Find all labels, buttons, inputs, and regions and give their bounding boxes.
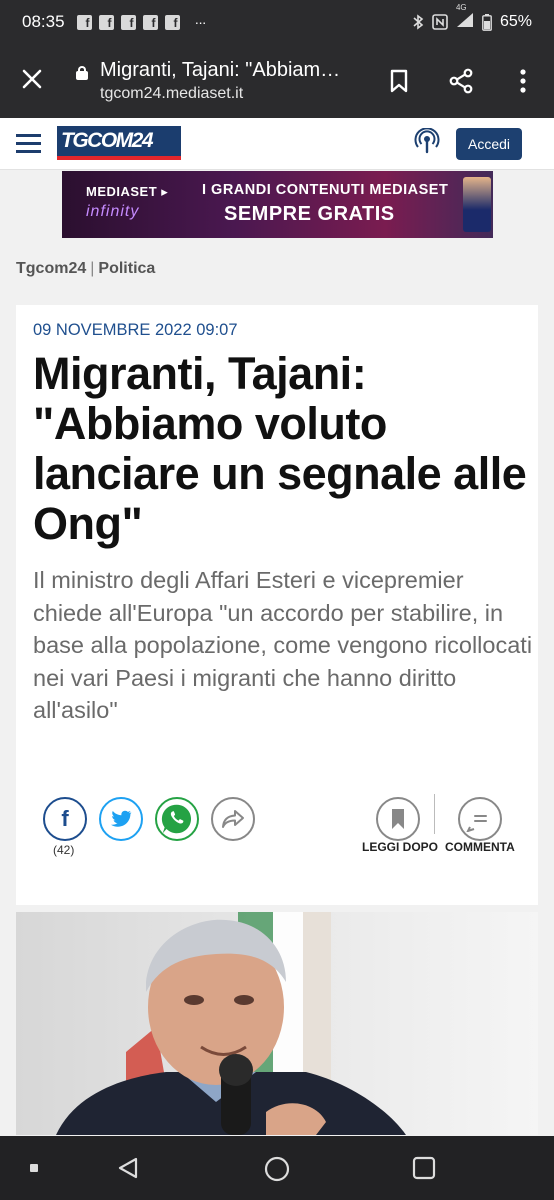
close-tab-button[interactable] [0,66,64,96]
nfc-icon [432,14,448,30]
podcast-button[interactable] [414,127,440,161]
network-type: 4G [455,2,467,12]
recents-dot-button[interactable] [30,1164,38,1172]
ad-brand-top: MEDIASET ▸ [86,184,169,199]
article-card: 09 NOVEMBRE 2022 09:07 Migranti, Tajani:… [16,305,538,905]
article-lead: Il ministro degli Affari Esteri e vicepr… [33,567,533,723]
whatsapp-share-button[interactable] [155,797,199,841]
tajani-photo-illustration [56,912,406,1135]
bookmark-icon [390,69,408,93]
tgcom24-logo[interactable]: TGCOM24 [57,126,181,160]
twitter-share-button[interactable] [99,797,143,841]
lock-icon [76,66,88,80]
home-circle-icon [264,1156,290,1182]
facebook-notification-icon: f [164,14,180,30]
signal-icon: 4G [456,3,474,33]
login-button[interactable]: Accedi [456,128,522,160]
facebook-notification-icon: f [98,14,114,30]
overflow-menu-button[interactable] [492,69,554,93]
page-title: Migranti, Tajani: "Abbiamo voluto lancia… [100,59,350,81]
system-navigation-bar [0,1136,554,1200]
whatsapp-icon [161,804,192,834]
share-more-button[interactable] [211,797,255,841]
browser-toolbar: Migranti, Tajani: "Abbiamo voluto lancia… [0,44,554,118]
bluetooth-icon [413,14,424,30]
ad-brand-bottom: infinity [86,203,140,220]
action-divider [434,794,435,834]
ad-subheadline: SEMPRE GRATIS [224,203,395,225]
back-button[interactable] [116,1156,140,1185]
breadcrumb-separator: | [90,260,95,277]
overview-square-icon [412,1156,436,1180]
comment-icon [466,815,487,832]
facebook-notification-icon: f [142,14,158,30]
status-bar: 08:35 f f f f f ··· 4G 65% [0,0,554,44]
battery-icon [482,13,492,31]
ad-headline: I GRANDI CONTENUTI MEDIASET [202,182,449,198]
address-bar[interactable]: Migranti, Tajani: "Abbiamo voluto lancia… [100,59,368,103]
breadcrumb-section[interactable]: Politica [98,260,155,277]
comment-label[interactable]: COMMENTA [445,840,515,854]
facebook-notification-icon: f [120,14,136,30]
article-photo [16,912,538,1135]
share-icon [449,68,473,94]
home-button[interactable] [264,1156,290,1187]
read-later-button[interactable] [376,797,420,841]
bookmark-button[interactable] [368,69,430,93]
battery-level: 65% [499,13,532,30]
twitter-icon [111,810,132,827]
facebook-share-button[interactable]: f [43,797,87,841]
facebook-notification-icon: f [76,14,92,30]
clock: 08:35 [22,12,65,31]
article-headline: Migranti, Tajani: "Abbiamo voluto lancia… [33,348,527,549]
comment-button[interactable] [458,797,502,841]
forward-share-icon [222,810,244,828]
facebook-share-count: (42) [53,843,75,857]
menu-icon[interactable] [16,134,41,154]
podcast-icon [414,127,440,154]
bookmark-icon [392,809,404,829]
more-vertical-icon [520,69,526,93]
breadcrumb: Tgcom24 | Politica [16,260,155,278]
more-notifications-icon: ··· [194,14,207,30]
facebook-icon: f [61,806,69,831]
mediaset-infinity-ad-banner[interactable]: MEDIASET ▸ infinity I GRANDI CONTENUTI M… [62,171,493,238]
page-url: tgcom24.mediaset.it [100,85,244,102]
read-later-label[interactable]: LEGGI DOPO [362,840,438,854]
article-date: 09 NOVEMBRE 2022 09:07 [33,321,238,339]
ad-thumbnail-image [463,177,491,232]
logo-text: TGCOM24 [61,129,154,152]
close-icon [22,69,42,89]
breadcrumb-home[interactable]: Tgcom24 [16,260,86,277]
share-page-button[interactable] [430,68,492,94]
back-triangle-icon [118,1157,138,1179]
overview-button[interactable] [412,1156,436,1185]
